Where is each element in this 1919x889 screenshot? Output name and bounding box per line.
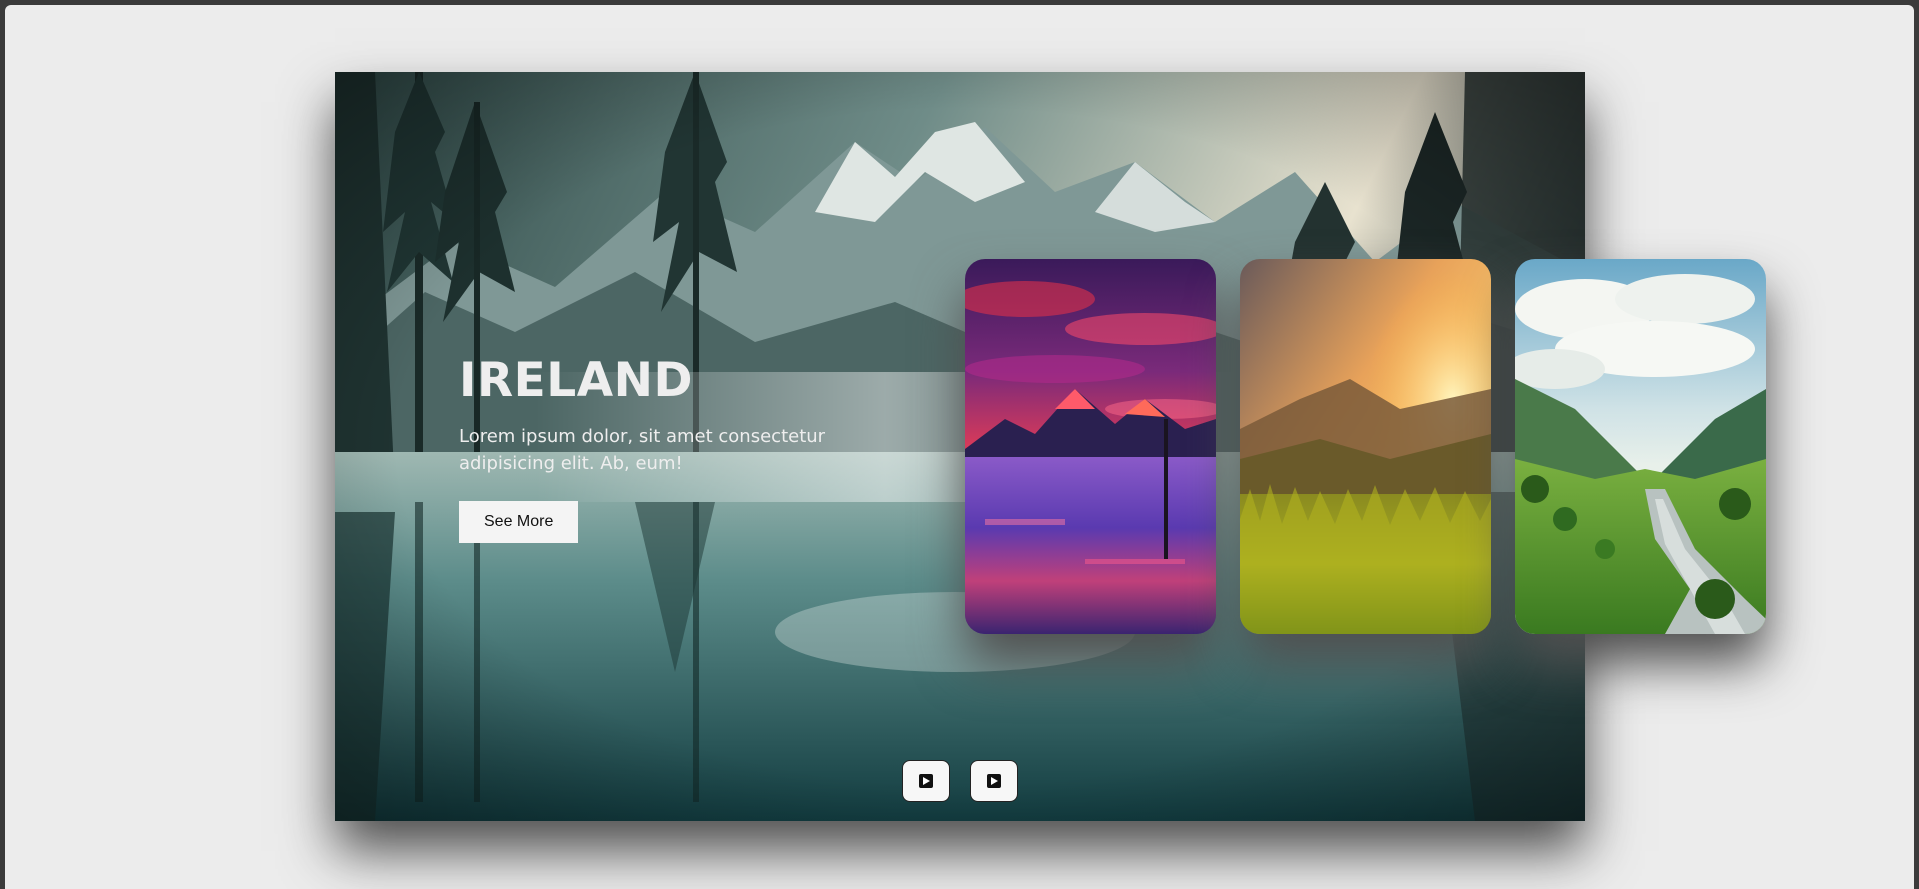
play-square-icon: [919, 774, 933, 788]
slide-thumbnail-1[interactable]: [965, 259, 1216, 634]
page-viewport: IRELAND Lorem ipsum dolor, sit amet cons…: [5, 5, 1914, 889]
next-button[interactable]: [970, 760, 1018, 802]
see-more-button[interactable]: See More: [459, 501, 579, 543]
slide-title: IRELAND: [459, 353, 693, 408]
golden-meadow-image: [1240, 259, 1491, 634]
slider-controls: [902, 760, 1018, 802]
purple-sunset-image: [965, 259, 1216, 634]
slide-thumbnail-3[interactable]: [1515, 259, 1766, 634]
slide-description: Lorem ipsum dolor, sit amet consectetur …: [459, 426, 826, 474]
image-slider: IRELAND Lorem ipsum dolor, sit amet cons…: [335, 72, 1766, 821]
play-square-icon: [987, 774, 1001, 788]
slide-content: IRELAND Lorem ipsum dolor, sit amet cons…: [459, 353, 879, 543]
green-valley-image: [1515, 259, 1766, 634]
prev-button[interactable]: [902, 760, 950, 802]
slide-thumbnail-2[interactable]: [1240, 259, 1491, 634]
